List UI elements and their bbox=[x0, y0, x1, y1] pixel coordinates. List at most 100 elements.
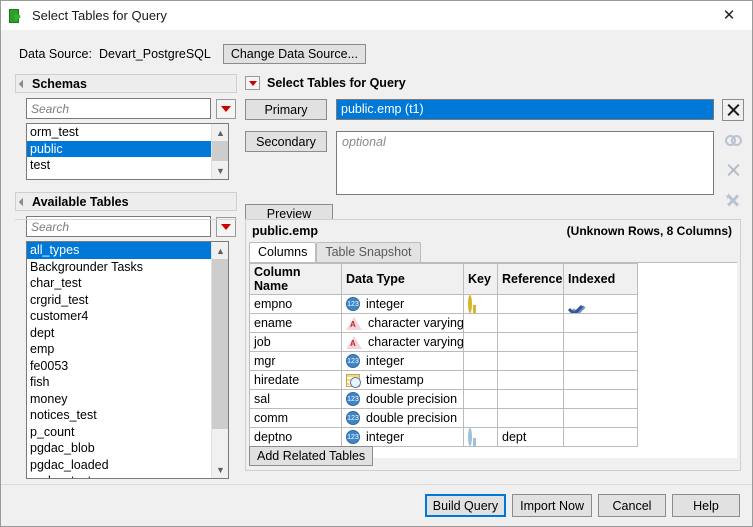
available-tables-scrollbar[interactable]: ▲ ▼ bbox=[211, 242, 228, 478]
primary-key-icon bbox=[468, 295, 472, 313]
cell-data-type: 123 integer bbox=[342, 352, 464, 371]
table-row[interactable]: mgr 123 integer bbox=[250, 352, 638, 371]
schemas-listbox[interactable]: orm_testpublictest ▲ ▼ bbox=[26, 123, 229, 180]
remove-table-icon[interactable] bbox=[722, 99, 744, 121]
columns-grid: Column NameData TypeKeyReferenceIndexed … bbox=[249, 263, 638, 447]
number-icon: 123 bbox=[346, 354, 360, 368]
scroll-down-icon[interactable]: ▼ bbox=[212, 461, 229, 478]
table-row[interactable]: sal123double precision bbox=[250, 390, 638, 409]
table-row[interactable]: empno123integer bbox=[250, 295, 638, 314]
available-table-item[interactable]: pgdac_text bbox=[27, 473, 211, 479]
title-bar: Select Tables for Query ✕ bbox=[1, 1, 752, 30]
available-table-item[interactable]: p_count bbox=[27, 424, 211, 441]
available-table-item[interactable]: fish bbox=[27, 374, 211, 391]
available-table-item[interactable]: char_test bbox=[27, 275, 211, 292]
cell-reference bbox=[498, 390, 564, 409]
schemas-group-title: Schemas bbox=[32, 77, 87, 91]
available-table-item[interactable]: pgdac_loaded bbox=[27, 457, 211, 474]
join-actions-column bbox=[722, 99, 744, 219]
cell-column-name: job bbox=[250, 333, 342, 352]
table-row[interactable]: comm123double precision bbox=[250, 409, 638, 428]
secondary-table-field[interactable]: optional bbox=[336, 131, 714, 195]
primary-table-field[interactable]: public.emp (t1) bbox=[336, 99, 714, 120]
cell-reference bbox=[498, 409, 564, 428]
secondary-button[interactable]: Secondary bbox=[245, 131, 327, 152]
cell-column-name: mgr bbox=[250, 352, 342, 371]
available-table-item[interactable]: pgdac_blob bbox=[27, 440, 211, 457]
import-now-button[interactable]: Import Now bbox=[512, 494, 592, 517]
cell-reference: dept bbox=[498, 428, 564, 447]
scroll-up-icon[interactable]: ▲ bbox=[212, 124, 229, 141]
columns-grid-wrapper[interactable]: Column NameData TypeKeyReferenceIndexed … bbox=[249, 262, 737, 458]
available-table-item[interactable]: crgrid_test bbox=[27, 292, 211, 309]
column-header[interactable]: Indexed bbox=[564, 264, 638, 295]
table-row[interactable]: enamecharacter varying bbox=[250, 314, 638, 333]
scrollbar-thumb[interactable] bbox=[212, 141, 229, 161]
collapse-triangle-icon[interactable] bbox=[19, 197, 27, 205]
schema-item[interactable]: public bbox=[27, 141, 211, 158]
detail-tabs: ColumnsTable Snapshot bbox=[249, 242, 740, 262]
schema-item[interactable]: test bbox=[27, 157, 211, 174]
table-row[interactable]: deptno123integerdept bbox=[250, 428, 638, 447]
data-type-label: character varying bbox=[368, 335, 464, 349]
available-table-item[interactable]: fe0053 bbox=[27, 358, 211, 375]
schemas-scrollbar[interactable]: ▲ ▼ bbox=[211, 124, 228, 179]
dialog-body: Data Source: Devart_PostgreSQL Change Da… bbox=[1, 30, 752, 526]
cell-key bbox=[464, 371, 498, 390]
cancel-button[interactable]: Cancel bbox=[598, 494, 666, 517]
data-source-value: Devart_PostgreSQL bbox=[99, 47, 211, 61]
table-row[interactable]: job character varying bbox=[250, 333, 638, 352]
change-data-source-button[interactable]: Change Data Source... bbox=[223, 44, 366, 64]
collapse-triangle-icon[interactable] bbox=[19, 79, 27, 87]
character-icon bbox=[346, 317, 362, 330]
left-panel: Schemas orm_testpublictest ▲ ▼ Avai bbox=[15, 74, 237, 510]
schemas-search-input[interactable] bbox=[26, 98, 211, 119]
cell-column-name: comm bbox=[250, 409, 342, 428]
section-dropdown-button[interactable] bbox=[245, 76, 260, 90]
schemas-group-header[interactable]: Schemas bbox=[15, 74, 237, 93]
tab-columns[interactable]: Columns bbox=[249, 242, 316, 262]
available-table-item[interactable]: all_types bbox=[27, 242, 211, 259]
data-source-row: Data Source: Devart_PostgreSQL Change Da… bbox=[19, 44, 366, 64]
cell-reference bbox=[498, 295, 564, 314]
dialog-footer: Build Query Import Now Cancel Help bbox=[1, 484, 752, 526]
table-row[interactable]: hiredatetimestamp bbox=[250, 371, 638, 390]
available-tables-group-header[interactable]: Available Tables bbox=[15, 192, 237, 211]
add-related-tables-button[interactable]: Add Related Tables bbox=[249, 446, 373, 466]
available-table-item[interactable]: customer4 bbox=[27, 308, 211, 325]
column-header[interactable]: Data Type bbox=[342, 264, 464, 295]
close-icon[interactable]: ✕ bbox=[706, 1, 752, 29]
remove-join-icon bbox=[722, 159, 744, 181]
available-table-item[interactable]: dept bbox=[27, 325, 211, 342]
schemas-filter-dropdown-button[interactable] bbox=[216, 99, 236, 119]
help-button[interactable]: Help bbox=[672, 494, 740, 517]
primary-table-value[interactable]: public.emp (t1) bbox=[337, 100, 713, 119]
schema-item[interactable]: orm_test bbox=[27, 124, 211, 141]
available-table-item[interactable]: money bbox=[27, 391, 211, 408]
select-tables-section-header: Select Tables for Query bbox=[245, 74, 741, 92]
cell-indexed bbox=[564, 371, 638, 390]
column-header[interactable]: Column Name bbox=[250, 264, 342, 295]
scroll-down-icon[interactable]: ▼ bbox=[212, 162, 229, 179]
available-table-item[interactable]: notices_test bbox=[27, 407, 211, 424]
cell-data-type: 123integer bbox=[342, 428, 464, 447]
cell-key bbox=[464, 295, 498, 314]
primary-button[interactable]: Primary bbox=[245, 99, 327, 120]
data-type-label: timestamp bbox=[366, 373, 424, 387]
build-query-button[interactable]: Build Query bbox=[425, 494, 506, 517]
data-type-label: integer bbox=[366, 354, 404, 368]
available-tables-listbox[interactable]: all_typesBackgrounder Taskschar_testcrgr… bbox=[26, 241, 229, 479]
data-type-label: double precision bbox=[366, 392, 457, 406]
number-icon: 123 bbox=[346, 297, 360, 311]
available-table-item[interactable]: emp bbox=[27, 341, 211, 358]
column-header[interactable]: Key bbox=[464, 264, 498, 295]
cell-key bbox=[464, 409, 498, 428]
column-header[interactable]: Reference bbox=[498, 264, 564, 295]
data-type-label: double precision bbox=[366, 411, 457, 425]
tab-table-snapshot[interactable]: Table Snapshot bbox=[316, 242, 420, 262]
scrollbar-thumb[interactable] bbox=[212, 259, 229, 429]
cell-reference bbox=[498, 371, 564, 390]
number-icon: 123 bbox=[346, 392, 360, 406]
available-table-item[interactable]: Backgrounder Tasks bbox=[27, 259, 211, 276]
scroll-up-icon[interactable]: ▲ bbox=[212, 242, 229, 259]
